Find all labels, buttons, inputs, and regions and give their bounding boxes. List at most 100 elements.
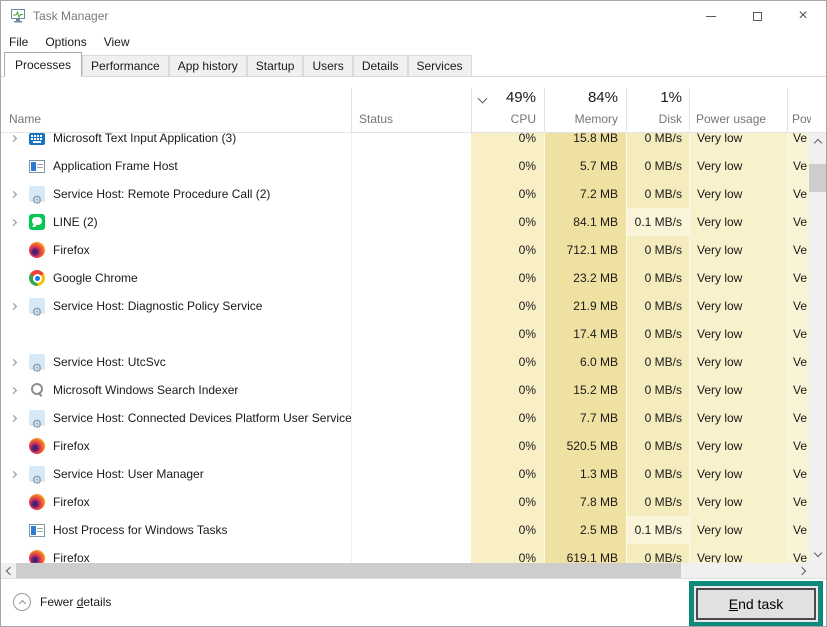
process-list: Microsoft Text Input Application (3)0%15… xyxy=(1,133,826,563)
column-header-cpu[interactable]: CPU xyxy=(471,112,536,126)
column-header-power-usage[interactable]: Power usage xyxy=(696,112,766,126)
horizontal-scrollbar[interactable] xyxy=(1,563,811,578)
process-row[interactable]: Firefox0%7.8 MB0 MB/sVery lowVe xyxy=(1,488,826,516)
expand-toggle[interactable] xyxy=(7,360,29,365)
disk-cell: 0.1 MB/s xyxy=(626,208,689,236)
horizontal-scrollbar-thumb[interactable] xyxy=(16,563,681,578)
process-row[interactable]: Google Chrome0%23.2 MB0 MB/sVery lowVe xyxy=(1,264,826,292)
process-row[interactable]: 0%17.4 MB0 MB/sVery lowVe xyxy=(1,320,826,348)
cpu-cell: 0% xyxy=(471,544,544,563)
column-separator[interactable] xyxy=(787,88,788,132)
tab-services[interactable]: Services xyxy=(408,55,472,76)
scrollbar-corner xyxy=(809,563,826,578)
expand-toggle[interactable] xyxy=(7,136,29,141)
cpu-cell: 0% xyxy=(471,292,544,320)
disk-cell: 0 MB/s xyxy=(626,488,689,516)
process-row[interactable]: Host Process for Windows Tasks0%2.5 MB0.… xyxy=(1,516,826,544)
firefox-icon xyxy=(29,438,45,454)
process-name: Application Frame Host xyxy=(53,152,178,180)
process-row[interactable]: Service Host: Connected Devices Platform… xyxy=(1,404,826,432)
tab-app-history[interactable]: App history xyxy=(169,55,247,76)
close-button[interactable]: × xyxy=(780,1,826,31)
expand-toggle[interactable] xyxy=(7,192,29,197)
process-row[interactable]: Microsoft Text Input Application (3)0%15… xyxy=(1,133,826,152)
tab-users[interactable]: Users xyxy=(303,55,352,76)
disk-cell: 0 MB/s xyxy=(626,152,689,180)
process-row[interactable]: Service Host: UtcSvc0%6.0 MB0 MB/sVery l… xyxy=(1,348,826,376)
memory-cell: 619.1 MB xyxy=(544,544,626,563)
title-bar: Task Manager × xyxy=(1,1,826,31)
tab-processes[interactable]: Processes xyxy=(4,52,82,77)
process-row[interactable]: Application Frame Host0%5.7 MB0 MB/sVery… xyxy=(1,152,826,180)
status-cell xyxy=(351,376,471,404)
tab-details[interactable]: Details xyxy=(353,55,408,76)
memory-cell: 15.2 MB xyxy=(544,376,626,404)
cpu-cell: 0% xyxy=(471,432,544,460)
process-name-cell: Service Host: Diagnostic Policy Service xyxy=(1,292,351,320)
scroll-up-button[interactable] xyxy=(809,133,826,150)
scroll-left-button[interactable] xyxy=(1,563,16,578)
fewer-details-button[interactable]: Fewer details xyxy=(13,593,111,611)
expand-toggle[interactable] xyxy=(7,416,29,421)
column-separator[interactable] xyxy=(351,88,352,132)
column-header-disk[interactable]: Disk xyxy=(627,112,682,126)
cpu-cell: 0% xyxy=(471,348,544,376)
column-header-power-usage-trend[interactable]: Powe xyxy=(792,112,811,126)
minimize-button[interactable] xyxy=(688,1,734,31)
memory-cell: 17.4 MB xyxy=(544,320,626,348)
column-header-name[interactable]: Name xyxy=(9,112,41,126)
power-cell: Very low xyxy=(689,488,787,516)
minimize-icon xyxy=(706,16,716,17)
cpu-cell: 0% xyxy=(471,208,544,236)
expand-toggle[interactable] xyxy=(7,220,29,225)
disk-total-pct: 1% xyxy=(627,89,682,106)
memory-cell: 7.2 MB xyxy=(544,180,626,208)
maximize-button[interactable] xyxy=(734,1,780,31)
process-row[interactable]: LINE (2)0%84.1 MB0.1 MB/sVery lowVe xyxy=(1,208,826,236)
tab-startup[interactable]: Startup xyxy=(247,55,304,76)
memory-cell: 520.5 MB xyxy=(544,432,626,460)
scroll-down-button[interactable] xyxy=(809,546,826,563)
process-row[interactable]: Firefox0%712.1 MB0 MB/sVery lowVe xyxy=(1,236,826,264)
expand-toggle[interactable] xyxy=(7,304,29,309)
firefox-icon xyxy=(29,550,45,563)
vertical-scrollbar[interactable] xyxy=(809,133,826,563)
gear-icon xyxy=(29,410,45,426)
column-header-status[interactable]: Status xyxy=(359,112,393,126)
process-name: LINE (2) xyxy=(53,208,98,236)
menu-item-file[interactable]: File xyxy=(9,35,28,49)
process-row[interactable]: Service Host: Remote Procedure Call (2)0… xyxy=(1,180,826,208)
disk-cell: 0.1 MB/s xyxy=(626,516,689,544)
process-name: Service Host: Diagnostic Policy Service xyxy=(53,292,262,320)
column-header-memory[interactable]: Memory xyxy=(545,112,618,126)
chevron-right-icon xyxy=(10,218,17,225)
process-row[interactable]: Firefox0%520.5 MB0 MB/sVery lowVe xyxy=(1,432,826,460)
menu-item-options[interactable]: Options xyxy=(45,35,86,49)
process-name-cell: Firefox xyxy=(1,488,351,516)
process-row[interactable]: Firefox0%619.1 MB0 MB/sVery lowVe xyxy=(1,544,826,563)
power-cell: Very low xyxy=(689,320,787,348)
process-name: Firefox xyxy=(53,488,90,516)
disk-cell: 0 MB/s xyxy=(626,432,689,460)
disk-cell: 0 MB/s xyxy=(626,460,689,488)
process-name-cell: Firefox xyxy=(1,236,351,264)
process-name-cell: Firefox xyxy=(1,432,351,460)
status-cell xyxy=(351,404,471,432)
tab-performance[interactable]: Performance xyxy=(82,55,169,76)
end-task-highlight-box: End task xyxy=(689,581,823,627)
expand-toggle[interactable] xyxy=(7,388,29,393)
memory-cell: 712.1 MB xyxy=(544,236,626,264)
gear-icon xyxy=(29,354,45,370)
menu-item-view[interactable]: View xyxy=(104,35,130,49)
process-row[interactable]: Service Host: Diagnostic Policy Service 0… xyxy=(1,292,826,320)
chevron-right-icon xyxy=(10,358,17,365)
vertical-scrollbar-thumb[interactable] xyxy=(809,164,826,192)
column-separator[interactable] xyxy=(689,88,690,132)
process-row[interactable]: Microsoft Windows Search Indexer0%15.2 M… xyxy=(1,376,826,404)
chevron-right-icon xyxy=(10,134,17,141)
expand-toggle[interactable] xyxy=(7,472,29,477)
menu-bar: File Options View xyxy=(1,31,826,53)
end-task-button[interactable]: End task xyxy=(696,588,816,620)
disk-cell: 0 MB/s xyxy=(626,264,689,292)
process-row[interactable]: Service Host: User Manager0%1.3 MB0 MB/s… xyxy=(1,460,826,488)
